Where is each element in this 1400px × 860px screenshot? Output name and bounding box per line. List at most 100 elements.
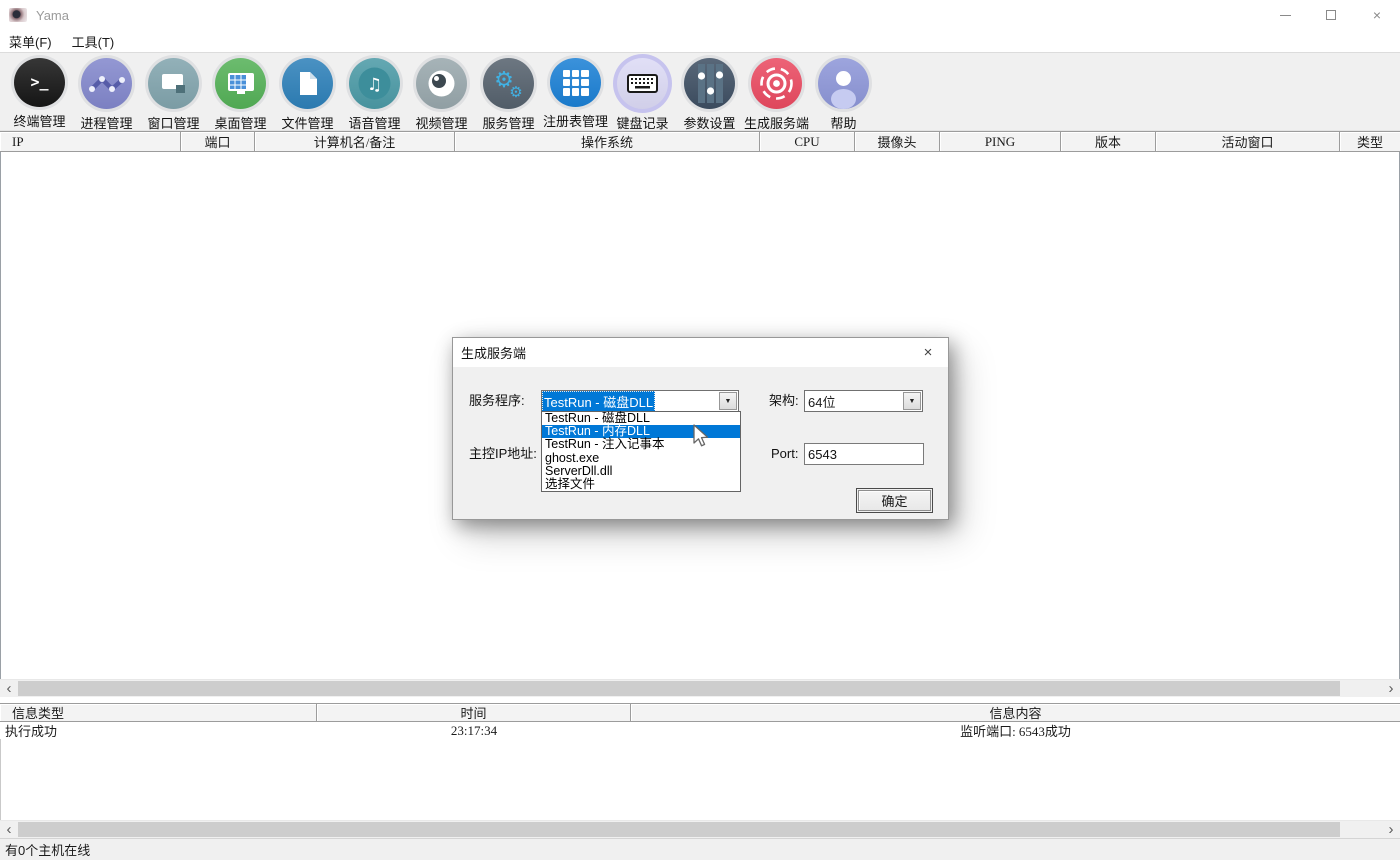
column-header-port[interactable]: 端口 — [181, 132, 255, 151]
log-table-header: 信息类型 时间 信息内容 — [0, 703, 1400, 722]
column-header-time[interactable]: 时间 — [317, 704, 631, 721]
dropdown-option-choose-file[interactable]: 选择文件 — [542, 478, 740, 491]
log-list-hscrollbar[interactable]: ‹ › — [0, 820, 1400, 838]
sliders-icon — [684, 58, 735, 109]
toolbar: >_ 终端管理 进程管理 窗口管理 — [0, 52, 1400, 131]
chevron-down-icon: ▼ — [725, 398, 732, 405]
window-titlebar[interactable]: Yama × — [0, 0, 1400, 30]
toolbar-item-audio[interactable]: ♫ 语音管理 — [341, 53, 408, 130]
toolbar-item-registry[interactable]: 注册表管理 — [542, 53, 609, 130]
arch-label: 架构: — [769, 390, 799, 412]
column-header-camera[interactable]: 摄像头 — [855, 132, 940, 151]
column-header-ping[interactable]: PING — [940, 132, 1061, 151]
status-text: 有0个主机在线 — [5, 840, 90, 859]
minimize-icon — [1280, 15, 1291, 16]
dropdown-option-serverdll[interactable]: ServerDll.dll — [542, 465, 740, 478]
toolbar-item-keylogger[interactable]: 键盘记录 — [609, 53, 676, 130]
yama-main-window: { "window": { "title": "Yama", "status_b… — [0, 0, 1400, 860]
service-icon: ⚙ ⚙ — [483, 58, 534, 109]
column-header-computer-name[interactable]: 计算机名/备注 — [255, 132, 455, 151]
process-icon — [81, 58, 132, 109]
menu-item-tools[interactable]: 工具(T) — [62, 30, 125, 52]
window-controls: × — [1262, 0, 1400, 30]
scroll-right-button[interactable]: › — [1382, 680, 1400, 697]
svg-text:⚙: ⚙ — [509, 83, 522, 101]
chevron-down-icon: ▼ — [909, 398, 916, 405]
svg-text:♫: ♫ — [367, 75, 382, 95]
toolbar-item-file[interactable]: 文件管理 — [274, 53, 341, 130]
target-icon — [751, 58, 802, 109]
maximize-button[interactable] — [1308, 0, 1354, 30]
scroll-right-icon: › — [1389, 821, 1394, 838]
column-header-ip[interactable]: IP — [0, 132, 181, 151]
log-row[interactable]: 执行成功 23:17:34 监听端口: 6543成功 — [0, 722, 1400, 739]
dialog-title: 生成服务端 — [461, 343, 526, 362]
status-bar: 有0个主机在线 — [0, 838, 1400, 860]
registry-icon — [550, 58, 601, 107]
column-header-version[interactable]: 版本 — [1061, 132, 1156, 151]
toolbar-item-window[interactable]: 窗口管理 — [140, 53, 207, 130]
log-cell-content: 监听端口: 6543成功 — [631, 722, 1400, 739]
toolbar-item-settings[interactable]: 参数设置 — [676, 53, 743, 130]
service-program-combobox[interactable]: TestRun - 磁盘DLL ▼ — [541, 390, 739, 412]
combobox-selected-value: TestRun - 磁盘DLL — [542, 391, 655, 412]
log-list-area[interactable] — [0, 739, 1400, 820]
service-program-dropdown-list: TestRun - 磁盘DLL TestRun - 内存DLL TestRun … — [541, 411, 741, 492]
toolbar-item-help[interactable]: 帮助 — [810, 53, 877, 130]
menu-bar: 菜单(F) 工具(T) — [0, 30, 1400, 52]
scroll-right-button[interactable]: › — [1382, 821, 1400, 838]
app-icon — [9, 8, 27, 22]
combobox-dropdown-button[interactable]: ▼ — [903, 392, 921, 410]
toolbar-item-video[interactable]: 视频管理 — [408, 53, 475, 130]
keyboard-icon — [617, 58, 668, 109]
maximize-icon — [1326, 10, 1336, 20]
video-icon — [416, 58, 467, 109]
toolbar-item-service[interactable]: ⚙ ⚙ 服务管理 — [475, 53, 542, 130]
mouse-cursor — [692, 424, 710, 450]
column-header-active-window[interactable]: 活动窗口 — [1156, 132, 1340, 151]
toolbar-item-generate-server[interactable]: 生成服务端 — [743, 53, 810, 130]
menu-item-menu[interactable]: 菜单(F) — [0, 30, 62, 52]
file-icon — [282, 58, 333, 109]
log-cell-type: 执行成功 — [0, 722, 317, 739]
log-cell-time: 23:17:34 — [317, 722, 631, 739]
scrollbar-thumb[interactable] — [18, 822, 1340, 837]
dialog-close-button[interactable]: × — [908, 338, 948, 367]
toolbar-item-terminal[interactable]: >_ 终端管理 — [6, 53, 73, 130]
minimize-button[interactable] — [1262, 0, 1308, 30]
combobox-selected-value: 64位 — [805, 392, 835, 411]
scroll-left-button[interactable]: ‹ — [0, 821, 18, 838]
dialog-titlebar[interactable]: 生成服务端 × — [453, 338, 948, 367]
audio-icon: ♫ — [349, 58, 400, 109]
desktop-icon — [215, 58, 266, 109]
scroll-left-button[interactable]: ‹ — [0, 680, 18, 697]
column-header-type[interactable]: 类型 — [1340, 132, 1400, 151]
dropdown-option-disk-dll[interactable]: TestRun - 磁盘DLL — [542, 412, 740, 425]
scroll-left-icon: ‹ — [7, 680, 12, 697]
close-icon: × — [1373, 7, 1381, 23]
column-header-msg-content[interactable]: 信息内容 — [631, 704, 1400, 721]
close-button[interactable]: × — [1354, 0, 1400, 30]
service-program-label: 服务程序: — [469, 390, 525, 412]
window-title: Yama — [36, 8, 69, 23]
toolbar-item-process[interactable]: 进程管理 — [73, 53, 140, 130]
port-label: Port: — [771, 443, 798, 465]
port-input[interactable] — [804, 443, 924, 465]
scroll-left-icon: ‹ — [7, 821, 12, 838]
person-icon — [818, 58, 869, 109]
combobox-dropdown-button[interactable]: ▼ — [719, 392, 737, 410]
arch-combobox[interactable]: 64位 ▼ — [804, 390, 923, 412]
close-icon: × — [924, 344, 933, 361]
host-list-hscrollbar[interactable]: ‹ › — [0, 679, 1400, 697]
scroll-right-icon: › — [1389, 680, 1394, 697]
dropdown-option-ghost-exe[interactable]: ghost.exe — [542, 452, 740, 465]
window-icon — [148, 58, 199, 109]
master-ip-label: 主控IP地址: — [469, 443, 537, 465]
scrollbar-thumb[interactable] — [18, 681, 1340, 696]
column-header-os[interactable]: 操作系统 — [455, 132, 760, 151]
column-header-msg-type[interactable]: 信息类型 — [0, 704, 317, 721]
column-header-cpu[interactable]: CPU — [760, 132, 855, 151]
dropdown-option-inject-notepad[interactable]: TestRun - 注入记事本 — [542, 438, 740, 451]
ok-button[interactable]: 确定 — [856, 488, 933, 513]
toolbar-item-desktop[interactable]: 桌面管理 — [207, 53, 274, 130]
